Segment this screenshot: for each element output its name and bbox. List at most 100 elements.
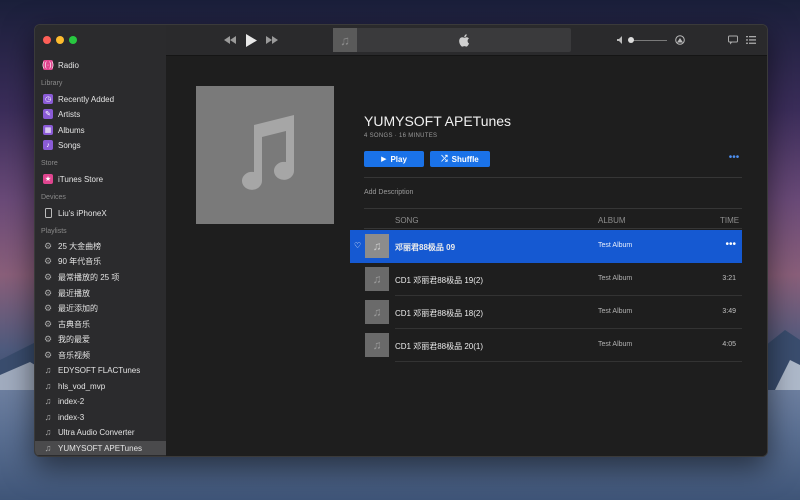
table-row[interactable]: ♫ CD1 邓丽君88极品 19(2) Test Album 3:21 [350, 263, 742, 296]
ellipsis-icon: ••• [728, 151, 740, 163]
column-header-time[interactable]: TIME [720, 216, 739, 225]
sidebar-item-label: hls_vod_mvp [58, 381, 106, 391]
sidebar-item-device[interactable]: Liu's iPhoneX [43, 206, 165, 220]
clock-icon: ◷ [43, 94, 53, 104]
add-description-link[interactable]: Add Description [364, 189, 413, 196]
song-artwork: ♫ [365, 333, 389, 357]
apple-logo-icon [459, 34, 469, 47]
lyrics-icon[interactable] [728, 35, 738, 45]
sidebar-item-label: Artists [58, 109, 81, 119]
album-icon: ▦ [43, 125, 53, 135]
iphone-icon [43, 208, 53, 218]
music-note-icon: ♫ [372, 338, 382, 352]
shuffle-button-label: Shuffle [451, 154, 479, 164]
sidebar-item-smart-playlist[interactable]: ⚙ 古典音乐 [43, 317, 165, 331]
sidebar-item-recently-added[interactable]: ◷ Recently Added [43, 92, 165, 106]
sidebar-item-smart-playlist[interactable]: ⚙ 音乐视频 [43, 348, 165, 362]
song-album: Test Album [598, 242, 633, 249]
sidebar-item-label: Liu's iPhoneX [58, 208, 107, 218]
song-artwork: ♫ [365, 234, 389, 258]
column-header-album[interactable]: ALBUM [598, 216, 626, 225]
store-header: Store [41, 160, 58, 167]
play-playlist-button[interactable]: ▶ Play [364, 151, 424, 167]
table-row-selected[interactable]: ♡ ♫ 邓丽君88极品 09 Test Album ••• [350, 230, 742, 263]
close-button[interactable] [43, 36, 51, 44]
sidebar-item-playlist[interactable]: ♫ EDYSOFT FLACTunes [43, 363, 165, 377]
library-header: Library [41, 80, 63, 87]
music-note-icon: ♫ [333, 28, 357, 52]
playlist-icon: ♫ [44, 443, 52, 453]
song-title: CD1 邓丽君88极品 18(2) [395, 309, 484, 318]
music-app-window: ((·)) Radio Library ◷ Recently Added ✎ A… [34, 24, 768, 457]
sidebar-item-smart-playlist[interactable]: ⚙ 最常播放的 25 项 [43, 270, 165, 284]
music-note-icon: ♫ [372, 305, 382, 319]
sidebar-item-songs[interactable]: ♪ Songs [43, 138, 165, 152]
playlist-icon: ♫ [44, 412, 52, 422]
sidebar-item-label: Songs [58, 140, 81, 150]
song-artwork: ♫ [365, 300, 389, 324]
volume-slider[interactable] [631, 40, 667, 41]
song-title: 邓丽君88极品 09 [395, 243, 456, 252]
sidebar-item-playlist[interactable]: ♫ index-2 [43, 394, 165, 408]
shuffle-icon: ⤮ [441, 154, 448, 163]
sidebar-item-playlist-selected[interactable]: ♫ YUMYSOFT APETunes [35, 441, 166, 455]
sidebar-item-label: iTunes Store [58, 174, 104, 184]
sidebar-item-itunes-store[interactable]: ★ iTunes Store [43, 172, 165, 186]
gear-icon: ⚙ [43, 333, 53, 344]
playlist-subtitle: 4 SONGS · 16 MINUTES [364, 133, 438, 139]
heart-icon[interactable]: ♡ [354, 241, 361, 250]
song-title: CD1 邓丽君88极品 19(2) [395, 276, 484, 285]
sidebar-item-playlist[interactable]: ♫ index-3 [43, 410, 165, 424]
table-row[interactable]: ♫ CD1 邓丽君88极品 20(1) Test Album 4:05 [350, 329, 742, 362]
now-playing-display[interactable]: ♫ [333, 28, 571, 52]
rewind-button[interactable] [222, 34, 238, 46]
window-controls [43, 36, 77, 44]
gear-icon: ⚙ [43, 240, 53, 251]
song-album: Test Album [598, 275, 633, 282]
sidebar-item-label: 音乐视频 [58, 350, 90, 360]
microphone-icon: ✎ [43, 109, 53, 119]
play-button[interactable] [244, 32, 258, 48]
zoom-button[interactable] [69, 36, 77, 44]
gear-icon: ⚙ [43, 255, 53, 266]
minimize-button[interactable] [56, 36, 64, 44]
sidebar-item-albums[interactable]: ▦ Albums [43, 123, 165, 137]
sidebar-item-playlist[interactable]: ♫ hls_vod_mvp [43, 379, 165, 393]
sidebar-item-smart-playlist[interactable]: ⚙ 90 年代音乐 [43, 254, 165, 268]
gear-icon: ⚙ [43, 302, 53, 313]
music-note-icon: ♫ [372, 272, 382, 286]
airplay-icon[interactable] [675, 35, 685, 45]
sidebar-item-label: 90 年代音乐 [58, 256, 102, 266]
table-row[interactable]: ♫ CD1 邓丽君88极品 18(2) Test Album 3:49 [350, 296, 742, 329]
play-icon: ▶ [381, 156, 387, 163]
row-divider [395, 361, 742, 362]
sidebar-item-label: EDYSOFT FLACTunes [58, 365, 141, 375]
shuffle-button[interactable]: ⤮ Shuffle [430, 151, 490, 167]
volume-knob[interactable] [628, 37, 634, 43]
sidebar-item-label: 古典音乐 [58, 319, 90, 329]
sidebar-item-radio[interactable]: ((·)) Radio [42, 58, 165, 72]
up-next-list-icon[interactable] [746, 36, 756, 44]
sidebar-item-smart-playlist[interactable]: ⚙ 25 大金曲榜 [43, 239, 165, 253]
toolbar: ♫ [166, 25, 767, 56]
gear-icon: ⚙ [43, 271, 53, 282]
sidebar-item-playlist[interactable]: ♫ Ultra Audio Converter [43, 425, 165, 439]
volume-icon [617, 36, 622, 44]
sidebar-item-label: 最近播放 [58, 288, 90, 298]
song-album: Test Album [598, 308, 633, 315]
playlist-icon: ♫ [44, 427, 52, 437]
row-more-button[interactable]: ••• [725, 239, 736, 250]
music-note-icon: ♫ [372, 239, 382, 253]
sidebar-item-smart-playlist[interactable]: ⚙ 最近添加的 [43, 301, 165, 315]
column-header-song[interactable]: SONG [395, 216, 419, 225]
gear-icon: ⚙ [43, 287, 53, 298]
sidebar-item-artists[interactable]: ✎ Artists [43, 107, 165, 121]
sidebar-item-label: 最常播放的 25 项 [58, 272, 120, 282]
sidebar-item-label: index-2 [58, 396, 85, 406]
sidebar-item-smart-playlist[interactable]: ⚙ 我的最爱 [43, 332, 165, 346]
more-options-button[interactable]: ••• [726, 150, 742, 164]
playlist-icon: ♫ [44, 381, 52, 391]
fast-forward-button[interactable] [264, 34, 280, 46]
sidebar-item-smart-playlist[interactable]: ⚙ 最近播放 [43, 286, 165, 300]
star-icon: ★ [43, 174, 53, 184]
